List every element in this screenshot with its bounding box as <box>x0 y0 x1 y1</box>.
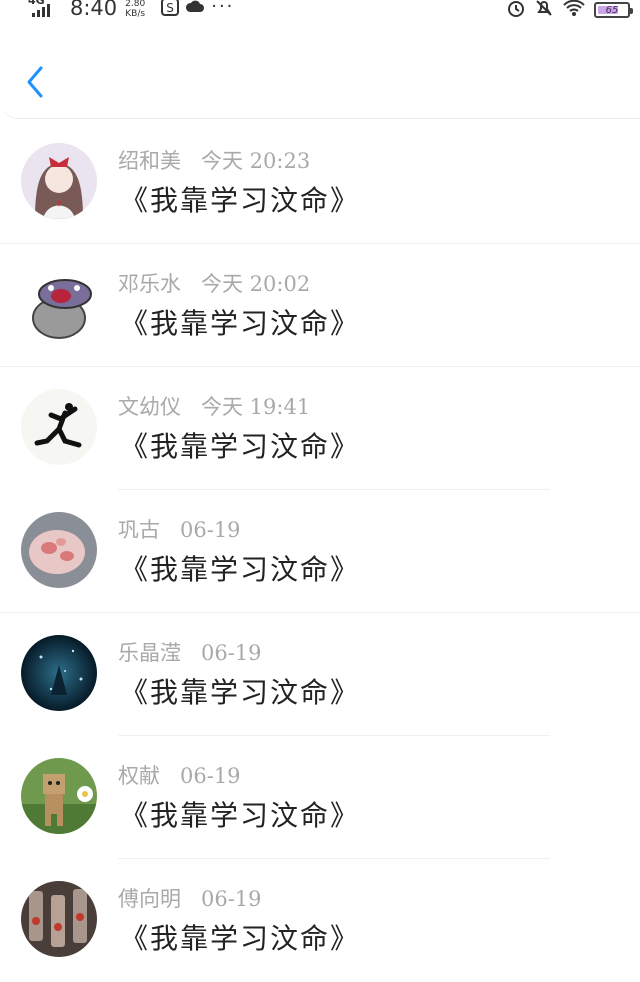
avatar[interactable] <box>21 881 97 957</box>
list-item[interactable]: 文幼仪 今天 19:41 《我靠学习汶命》 <box>0 367 640 490</box>
signal-icon: 4G <box>28 0 62 20</box>
comment-time: 06-19 <box>180 518 241 542</box>
status-bar: 4G 8:40 2.80 KB/s S ··· 65 <box>0 0 640 26</box>
list-item[interactable]: 邓乐水 今天 20:02 《我靠学习汶命》 <box>0 244 640 367</box>
comment-time: 今天 19:41 <box>201 395 311 419</box>
avatar[interactable] <box>21 512 97 588</box>
avatar[interactable] <box>21 389 97 465</box>
avatar[interactable] <box>21 758 97 834</box>
alarm-icon <box>506 0 526 22</box>
avatar[interactable] <box>21 635 97 711</box>
mute-icon <box>534 0 554 22</box>
comment-time: 06-19 <box>201 887 262 911</box>
comment-text: 《我靠学习汶命》 <box>120 922 361 955</box>
list-item[interactable]: 绍和美 今天 20:23 《我靠学习汶命》 <box>0 121 640 244</box>
back-button[interactable] <box>22 62 48 102</box>
comment-meta: 邓乐水 今天 20:02 <box>118 268 310 298</box>
user-name: 权献 <box>118 764 160 788</box>
clock: 8:40 <box>70 0 118 20</box>
comment-meta: 傅向明 06-19 <box>118 883 262 913</box>
comment-meta: 文幼仪 今天 19:41 <box>118 391 310 421</box>
comment-text: 《我靠学习汶命》 <box>120 307 361 340</box>
more-icon: ··· <box>211 0 235 17</box>
list-item[interactable]: 傅向明 06-19 《我靠学习汶命》 <box>0 859 640 982</box>
avatar[interactable] <box>21 266 97 342</box>
wifi-icon <box>562 0 586 21</box>
nav-header <box>0 26 640 119</box>
comment-meta: 权献 06-19 <box>118 760 241 790</box>
comment-time: 06-19 <box>201 641 262 665</box>
comment-text: 《我靠学习汶命》 <box>120 676 361 709</box>
comment-time: 今天 20:23 <box>201 149 311 173</box>
comment-list: 绍和美 今天 20:23 《我靠学习汶命》 邓乐水 今天 20:02 《我靠学习汶命… <box>0 121 640 982</box>
comment-text: 《我靠学习汶命》 <box>120 553 361 586</box>
user-name: 乐晶滢 <box>118 641 181 665</box>
chevron-left-icon <box>27 66 43 98</box>
user-name: 邓乐水 <box>118 272 181 296</box>
svg-text:S: S <box>166 1 174 15</box>
list-item[interactable]: 权献 06-19 《我靠学习汶命》 <box>0 736 640 859</box>
user-name: 巩古 <box>118 518 160 542</box>
comment-text: 《我靠学习汶命》 <box>120 184 361 217</box>
battery-level: 65 <box>605 4 619 16</box>
comment-time: 06-19 <box>180 764 241 788</box>
network-speed: 2.80 KB/s <box>125 0 146 19</box>
battery-icon: 65 <box>594 2 633 18</box>
comment-text: 《我靠学习汶命》 <box>120 799 361 832</box>
comment-meta: 绍和美 今天 20:23 <box>118 145 310 175</box>
list-item[interactable]: 乐晶滢 06-19 《我靠学习汶命》 <box>0 613 640 736</box>
comment-meta: 乐晶滢 06-19 <box>118 637 262 667</box>
cloud-icon <box>185 0 205 20</box>
comment-time: 今天 20:02 <box>201 272 311 296</box>
avatar[interactable] <box>21 143 97 219</box>
user-name: 绍和美 <box>118 149 181 173</box>
screenshot-app-icon: S <box>161 0 180 20</box>
comment-meta: 巩古 06-19 <box>118 514 241 544</box>
user-name: 文幼仪 <box>118 395 181 419</box>
list-item[interactable]: 巩古 06-19 《我靠学习汶命》 <box>0 490 640 613</box>
user-name: 傅向明 <box>118 887 181 911</box>
comment-text: 《我靠学习汶命》 <box>120 430 361 463</box>
